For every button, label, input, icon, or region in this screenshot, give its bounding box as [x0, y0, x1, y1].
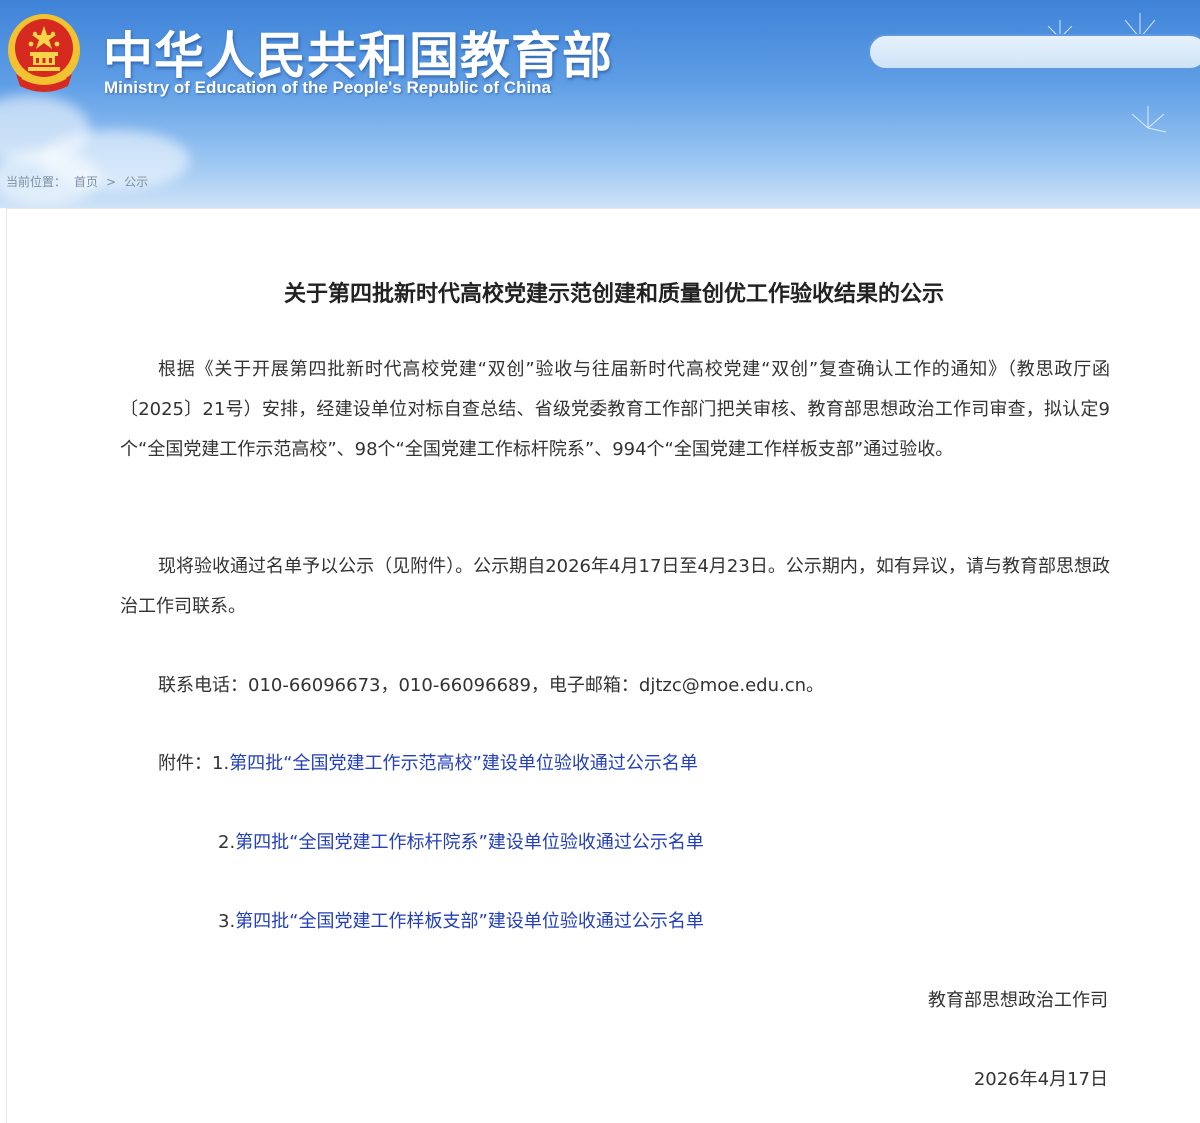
article-paragraph-2: 现将验收通过名单予以公示（见附件）。公示期自2026年4月17日至4月23日。公… [120, 556, 1110, 617]
breadcrumb-current[interactable]: 公示 [124, 175, 148, 189]
attachments-label: 附件： [158, 753, 212, 774]
attachment-link-2[interactable]: 第四批“全国党建工作标杆院系”建设单位验收通过公示名单 [235, 832, 704, 853]
publish-date: 2026年4月17日 [973, 1069, 1108, 1090]
signature: 教育部思想政治工作司 [928, 990, 1108, 1011]
site-subtitle: Ministry of Education of the People's Re… [104, 78, 552, 97]
attachment-number: 3. [218, 911, 236, 932]
article-title: 关于第四批新时代高校党建示范创建和质量创优工作验收结果的公示 [283, 282, 944, 307]
attachment-number: 1. [212, 753, 230, 774]
contact-info: 联系电话：010-66096673，010-66096689，电子邮箱：djtz… [158, 675, 825, 696]
breadcrumb-home-link[interactable]: 首页 [74, 175, 98, 189]
national-emblem-icon[interactable] [6, 12, 82, 96]
breadcrumb: 当前位置： 首页 > 公示 [6, 173, 156, 190]
attachment-number: 2. [218, 832, 236, 853]
breadcrumb-prefix: 当前位置： [6, 175, 67, 189]
attachment-row-2: 2.第四批“全国党建工作标杆院系”建设单位验收通过公示名单 [218, 823, 704, 863]
attachment-row-1: 附件：1.第四批“全国党建工作示范高校”建设单位验收通过公示名单 [158, 744, 698, 784]
search-input[interactable] [868, 34, 1200, 70]
article-paragraph-1: 根据《关于开展第四批新时代高校党建“双创”验收与往届新时代高校党建“双创”复查确… [120, 359, 1110, 460]
attachment-link-3[interactable]: 第四批“全国党建工作样板支部”建设单位验收通过公示名单 [235, 911, 704, 932]
attachment-link-1[interactable]: 第四批“全国党建工作示范高校”建设单位验收通过公示名单 [229, 753, 698, 774]
site-header: 中华人民共和国教育部 Ministry of Education of the … [0, 0, 1200, 208]
breadcrumb-separator: > [106, 175, 117, 189]
attachment-row-3: 3.第四批“全国党建工作样板支部”建设单位验收通过公示名单 [218, 902, 704, 942]
